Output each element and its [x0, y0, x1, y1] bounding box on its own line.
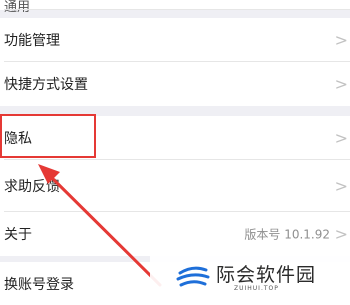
watermark-title: 际会软件园 — [216, 264, 317, 286]
settings-item-about[interactable]: 关于 版本号 10.1.92 > — [0, 212, 350, 256]
settings-item-label: 换账号登录 — [4, 277, 74, 293]
settings-item-feature-management[interactable]: 功能管理 > — [0, 18, 350, 62]
settings-screen: 通用 功能管理 > 快捷方式设置 > 隐私 > 求助反馈 > 关于 版本号 10… — [0, 0, 350, 305]
settings-item-general[interactable]: 通用 — [0, 0, 350, 15]
settings-item-label: 功能管理 — [4, 33, 60, 49]
chevron-right-icon: > — [334, 128, 348, 148]
version-number: 版本号 10.1.92 — [244, 227, 330, 242]
chevron-right-icon: > — [334, 30, 348, 50]
settings-item-label: 通用 — [4, 0, 31, 15]
watermark: 际会软件园 ZUIHUI.TOP — [150, 254, 350, 305]
settings-item-label: 求助反馈 — [4, 179, 60, 195]
chevron-right-icon: > — [334, 224, 348, 244]
chevron-right-icon: > — [334, 176, 348, 196]
settings-item-privacy[interactable]: 隐私 > — [0, 116, 350, 160]
divider — [4, 9, 350, 10]
watermark-logo-icon — [176, 266, 210, 287]
settings-item-shortcut-settings[interactable]: 快捷方式设置 > — [0, 62, 350, 106]
settings-item-help-feedback[interactable]: 求助反馈 > — [0, 160, 350, 212]
settings-item-label: 快捷方式设置 — [4, 77, 88, 93]
settings-item-label: 隐私 — [4, 131, 32, 147]
watermark-subtitle: ZUIHUI.TOP — [234, 285, 279, 292]
chevron-right-icon: > — [334, 74, 348, 94]
settings-item-label: 关于 — [4, 227, 32, 243]
